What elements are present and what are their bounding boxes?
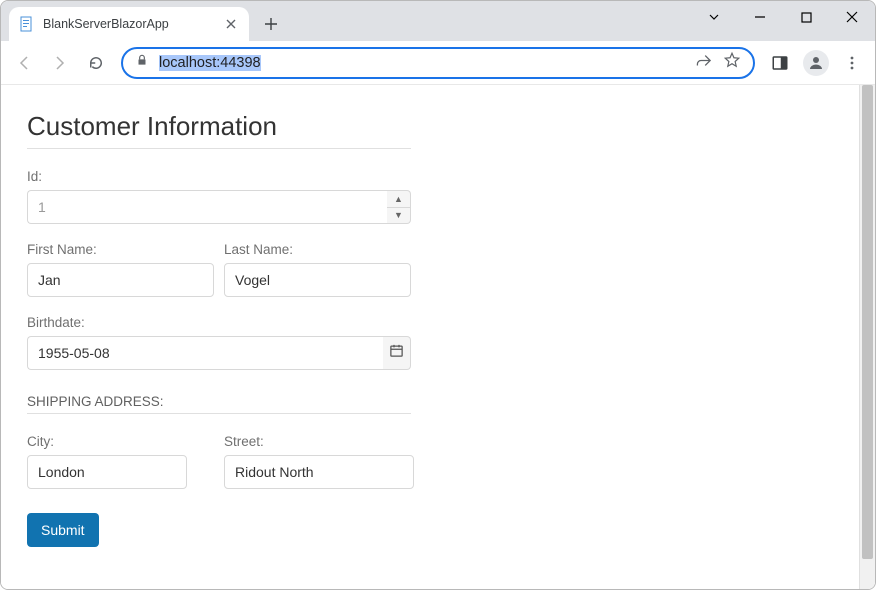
birthdate-input[interactable] [27,336,383,370]
first-name-label: First Name: [27,242,214,257]
id-spin-editor: ▲ ▼ [27,190,411,224]
share-icon[interactable] [696,52,713,74]
spin-buttons: ▲ ▼ [387,190,411,224]
chrome-menu-button[interactable] [835,46,869,80]
viewport: Customer Information Id: ▲ ▼ First Name: [1,85,875,589]
vertical-scrollbar[interactable] [859,85,875,589]
birthdate-editor [27,336,411,370]
city-input[interactable] [27,455,187,489]
back-button[interactable] [7,46,41,80]
birthdate-label: Birthdate: [27,315,875,330]
window-caret-down-icon[interactable] [691,1,737,33]
side-panel-icon[interactable] [763,46,797,80]
toolbar [1,41,875,85]
id-input[interactable] [27,190,387,224]
browser-window: BlankServerBlazorApp [0,0,876,590]
last-name-input[interactable] [224,263,411,297]
url-input[interactable] [157,54,688,72]
first-name-input[interactable] [27,263,214,297]
calendar-icon [389,343,404,363]
title-bar: BlankServerBlazorApp [1,1,875,41]
tab-favicon [19,16,35,32]
shipping-address-label: SHIPPING ADDRESS: [27,394,875,409]
id-label: Id: [27,169,875,184]
window-minimize-button[interactable] [737,1,783,33]
spin-down-button[interactable]: ▼ [387,207,410,224]
forward-button[interactable] [43,46,77,80]
lock-icon [135,53,149,72]
scroll-thumb[interactable] [862,85,873,559]
calendar-button[interactable] [383,336,411,370]
address-bar[interactable] [121,47,755,79]
page-content: Customer Information Id: ▲ ▼ First Name: [1,85,875,547]
tab-close-icon[interactable] [223,16,239,32]
profile-avatar[interactable] [799,46,833,80]
page-title: Customer Information [27,111,875,142]
shipping-divider [27,413,411,414]
browser-tab[interactable]: BlankServerBlazorApp [9,7,249,41]
omnibox-actions [696,51,741,74]
window-close-button[interactable] [829,1,875,33]
bookmark-icon[interactable] [723,51,741,74]
reload-button[interactable] [79,46,113,80]
title-divider [27,148,411,149]
window-controls [691,1,875,33]
spin-up-button[interactable]: ▲ [387,191,410,207]
street-label: Street: [224,434,414,449]
last-name-label: Last Name: [224,242,411,257]
window-maximize-button[interactable] [783,1,829,33]
tab-title: BlankServerBlazorApp [43,17,215,31]
city-label: City: [27,434,187,449]
new-tab-button[interactable] [257,10,285,38]
street-input[interactable] [224,455,414,489]
submit-button[interactable]: Submit [27,513,99,547]
